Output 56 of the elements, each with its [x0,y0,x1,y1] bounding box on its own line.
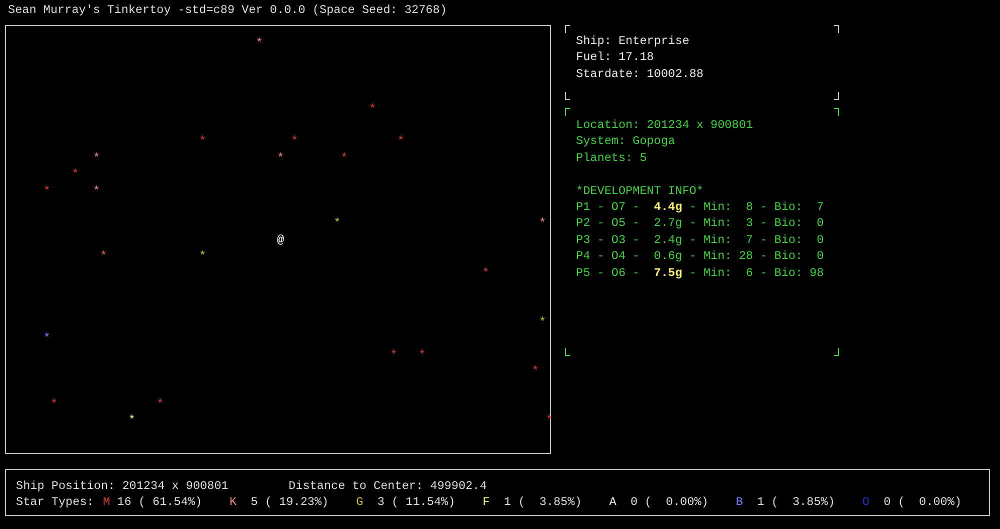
ship-info-line: Stardate: 10002.88 [576,66,704,82]
star-type-letter: G [356,494,364,511]
system-info-line: System: Gopoga [576,133,676,150]
ship-info-line: Ship: Enterprise [576,33,690,50]
star-type-count: 1 ( 3.85%) [502,494,582,511]
star-type-letter: A [609,494,616,511]
star-type-count: 3 ( 11.54%) [376,494,456,511]
star-type-count: 1 ( 3.85%) [756,494,835,511]
star-type-letter: K [230,494,237,511]
star-label: * [92,150,100,166]
star-label: * [538,314,546,330]
star-label: * [277,150,284,166]
distance-to-center: Distance to Center: 499902.4 [288,478,487,494]
star-label: * [532,363,539,380]
star-type-letter: B [736,494,743,511]
star-label: * [291,133,298,150]
star-type-letter: O [862,494,870,511]
star-type-count: 0 ( 0.00%) [630,494,708,511]
star-label: * [43,182,50,199]
star-label: * [369,100,376,117]
ship-info-line: Fuel: 17.18 [576,49,655,66]
star-types-label: Star Types: [16,494,95,511]
star-label: * [199,248,206,265]
star-type-count: 0 ( 0.00%) [882,494,962,511]
planet-row-text: P1 - O7 - 4.4g - Min: 8 - Bio: 7 [576,199,825,216]
system-info-line: Planets: 5 [576,150,648,166]
planet-row-text: P5 - O6 - 7.5g - Min: 6 - Bio: 98 [576,264,825,282]
system-info-line: Location: 201234 x 900801 [576,117,754,134]
star-label: * [418,346,426,363]
star-label: * [397,133,404,150]
star-label: * [156,396,164,412]
star-type-count: 16 ( 61.54%) [117,494,202,511]
star-label: * [334,215,341,232]
star-label: * [72,166,79,183]
ship-label: @ [277,232,284,248]
planet-row-text: P3 - O3 - 2.4g - Min: 7 - Bio: 0 [576,232,825,248]
ship-position: Ship Position: 201234 x 900801 [16,478,230,494]
star-type-count: 5 ( 19.23%) [250,494,329,511]
star-label: * [128,412,136,429]
star-label: * [256,35,263,52]
star-label: * [100,248,108,265]
star-label: * [482,264,490,281]
star-label: * [546,412,554,429]
star-type-letter: M [102,494,110,511]
star-label: * [50,396,58,412]
star-label: * [390,346,398,363]
star-label: * [92,182,100,199]
window-title: Sean Murray's Tinkertoy -std=c89 Ver 0.0.0 (Space Seed: 32768) [7,2,448,19]
star-label: * [340,150,348,166]
section-heading: *DEVELOPMENT INFO* [576,182,704,200]
planet-row-text: P4 - O4 - 0.6g - Min: 28 - Bio: 0 [576,248,825,265]
star-label: * [199,133,206,150]
star-label: * [43,330,50,347]
star-type-letter: F [482,494,490,511]
star-label: * [538,215,546,232]
planet-row-text: P2 - O5 - 2.7g - Min: 3 - Bio: 0 [576,215,825,232]
